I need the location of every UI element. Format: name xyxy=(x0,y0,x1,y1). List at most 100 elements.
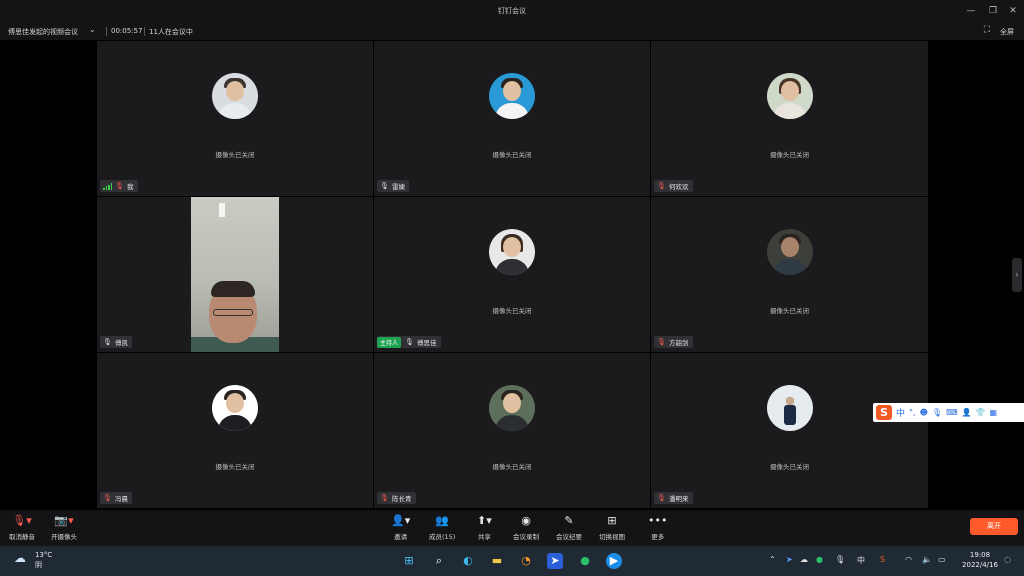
participant-tile[interactable]: 摄像头已关闭 🎙 方韶剑 xyxy=(651,197,928,352)
signal-icon xyxy=(103,182,112,190)
members-button[interactable]: 👥 成员(15) xyxy=(429,514,455,541)
notification-icon[interactable]: ◌ xyxy=(1004,555,1011,564)
camera-off-text: 摄像头已关闭 xyxy=(215,463,255,471)
meeting-toolbar: 🎙▾ 取消静音 📷▾ 开摄像头 👤▾ 邀请 👥 成员(15) ⬆▾ 共享 ◉ 会… xyxy=(0,510,1024,546)
more-icon: ••• xyxy=(648,514,668,527)
start-camera-button[interactable]: 📷▾ 开摄像头 xyxy=(51,514,77,541)
participant-tile[interactable]: 摄像头已关闭 🎙 陈长青 xyxy=(374,353,650,508)
name-tag: 🎙 傅凯 xyxy=(100,336,132,348)
mic-icon: 🎙 xyxy=(380,181,389,190)
name-tag: 🎙 陈长青 xyxy=(377,492,416,504)
camera-off-icon: 📷▾ xyxy=(54,514,74,527)
unmute-button[interactable]: 🎙▾ 取消静音 xyxy=(9,514,35,541)
participant-name: 傅思佳 xyxy=(417,339,437,347)
divider xyxy=(106,27,107,36)
search-icon[interactable]: ⌕ xyxy=(431,553,447,569)
avatar xyxy=(489,385,535,431)
volume-icon[interactable]: 🔈 xyxy=(922,555,932,564)
ime-toolbar[interactable]: S 中 °, ☻ 🎙 ⌨ 👤 👕 ▦ xyxy=(873,403,1024,422)
windows-start-icon[interactable]: ⊞ xyxy=(401,553,417,569)
voice-input-icon[interactable]: 🎙 xyxy=(932,408,942,417)
chevron-down-icon[interactable]: ⌄ xyxy=(89,25,96,34)
avatar xyxy=(489,73,535,119)
mic-muted-icon: 🎙 xyxy=(103,493,112,502)
sogou-logo-icon[interactable]: S xyxy=(876,405,892,420)
minimize-button[interactable]: — xyxy=(964,4,978,18)
restore-button[interactable]: ❐ xyxy=(986,4,1000,18)
close-button[interactable]: ✕ xyxy=(1006,4,1020,18)
mic-muted-icon: 🎙 xyxy=(115,181,124,190)
microphone-tray-icon[interactable]: 🎙 xyxy=(835,555,845,564)
name-tag: 🎙 冯晨 xyxy=(100,492,132,504)
wechat-icon[interactable]: ● xyxy=(577,553,593,569)
more-button[interactable]: ••• 更多 xyxy=(648,514,667,541)
dingtalk-icon[interactable]: ➤ xyxy=(547,553,563,569)
participant-tile[interactable]: 摄像头已关闭 🎙 雷婕 xyxy=(374,41,650,196)
participant-tile-video[interactable]: 🎙 傅凯 xyxy=(97,197,373,352)
participant-tile[interactable]: 摄像头已关闭 🎙 何欢欢 xyxy=(651,41,928,196)
fullscreen-button[interactable]: 全屏 xyxy=(1000,27,1014,37)
keyboard-icon[interactable]: ⌨ xyxy=(946,408,958,417)
leave-button[interactable]: 离开 xyxy=(970,518,1018,535)
wechat-tray-icon[interactable]: ● xyxy=(816,555,823,564)
meeting-app-icon[interactable]: ▶ xyxy=(606,553,622,569)
weather-condition: 阴 xyxy=(35,561,42,569)
switch-view-button[interactable]: ⊞ 切换视图 xyxy=(599,514,625,541)
system-clock[interactable]: 19:08 2022/4/16 xyxy=(960,550,1000,570)
name-tag: 🎙 潘明来 xyxy=(654,492,693,504)
minutes-button[interactable]: ✎ 会议纪要 xyxy=(556,514,582,541)
participant-tile[interactable]: 摄像头已关闭 🎙 潘明来 xyxy=(651,353,928,508)
host-badge: 主持人 xyxy=(377,336,402,348)
participant-name: 傅凯 xyxy=(115,339,128,347)
participant-video xyxy=(191,197,279,352)
participant-name: 我 xyxy=(127,183,134,191)
camera-off-text: 摄像头已关闭 xyxy=(770,151,809,159)
grid-view-icon: ⊞ xyxy=(607,514,617,527)
chevron-right-icon[interactable]: › xyxy=(1012,258,1022,292)
invite-button[interactable]: 👤▾ 邀请 xyxy=(391,514,410,541)
fullscreen-icon[interactable]: ⛶ xyxy=(984,25,990,35)
edge-browser-icon[interactable]: ◐ xyxy=(460,553,476,569)
toolbox-icon[interactable]: ▦ xyxy=(990,408,998,417)
temperature: 13°C xyxy=(35,551,53,559)
user-icon[interactable]: 👤 xyxy=(962,408,972,417)
sogou-tray-icon[interactable]: S xyxy=(880,555,885,564)
chevron-up-icon[interactable]: ⌃ xyxy=(769,555,776,564)
avatar xyxy=(766,385,813,431)
punctuation-icon[interactable]: °, xyxy=(909,408,916,417)
weather-widget[interactable]: 13°C 阴 xyxy=(35,550,52,570)
input-language[interactable]: 中 xyxy=(857,555,865,566)
skin-icon[interactable]: 👕 xyxy=(976,408,986,417)
name-tag: 🎙 雷婕 xyxy=(377,180,409,192)
meeting-timer: 00:05:57 xyxy=(111,27,143,35)
avatar xyxy=(489,229,535,275)
meeting-info-bar: 傅思佳发起的视频会议 ⌄ 00:05:57 11人在会议中 ⛶ 全屏 xyxy=(0,22,1024,40)
wifi-icon[interactable]: ◠ xyxy=(905,555,912,564)
clock-time: 19:08 xyxy=(969,551,991,559)
record-button[interactable]: ◉ 会议录制 xyxy=(513,514,539,541)
camera-off-text: 摄像头已关闭 xyxy=(492,151,532,159)
participant-name: 冯晨 xyxy=(115,495,128,503)
name-tag: 🎙 方韶剑 xyxy=(654,336,693,348)
participant-tile[interactable]: 摄像头已关闭 🎙 我 xyxy=(97,41,373,196)
share-screen-icon: ⬆▾ xyxy=(477,514,492,527)
ime-mode[interactable]: 中 xyxy=(896,406,905,419)
avatar xyxy=(766,229,813,275)
file-explorer-icon[interactable]: ▬ xyxy=(489,553,505,569)
name-tag: 🎙 何欢欢 xyxy=(654,180,693,192)
battery-icon[interactable]: ▭ xyxy=(938,555,946,564)
cloud-icon[interactable]: ☁ xyxy=(14,551,26,565)
share-button[interactable]: ⬆▾ 共享 xyxy=(477,514,492,541)
participant-name: 陈长青 xyxy=(392,495,412,503)
minutes-icon: ✎ xyxy=(564,514,574,527)
participant-tile[interactable]: 摄像头已关闭 🎙 冯晨 xyxy=(97,353,373,508)
app-icon[interactable]: ◔ xyxy=(518,553,534,569)
participant-tile[interactable]: 摄像头已关闭 主持人 🎙 傅思佳 xyxy=(374,197,650,352)
participant-grid: 摄像头已关闭 🎙 我 摄像头已关闭 🎙 雷婕 摄像头已关闭 🎙 何欢欢 🎙 傅凯… xyxy=(97,41,928,510)
emoji-icon[interactable]: ☻ xyxy=(920,408,928,417)
add-user-icon: 👤▾ xyxy=(391,514,411,527)
cloud-tray-icon[interactable]: ☁ xyxy=(800,555,808,564)
dingtalk-tray-icon[interactable]: ➤ xyxy=(786,555,793,564)
mic-icon: 🎙 xyxy=(405,337,414,346)
meeting-title[interactable]: 傅思佳发起的视频会议 xyxy=(8,27,78,37)
